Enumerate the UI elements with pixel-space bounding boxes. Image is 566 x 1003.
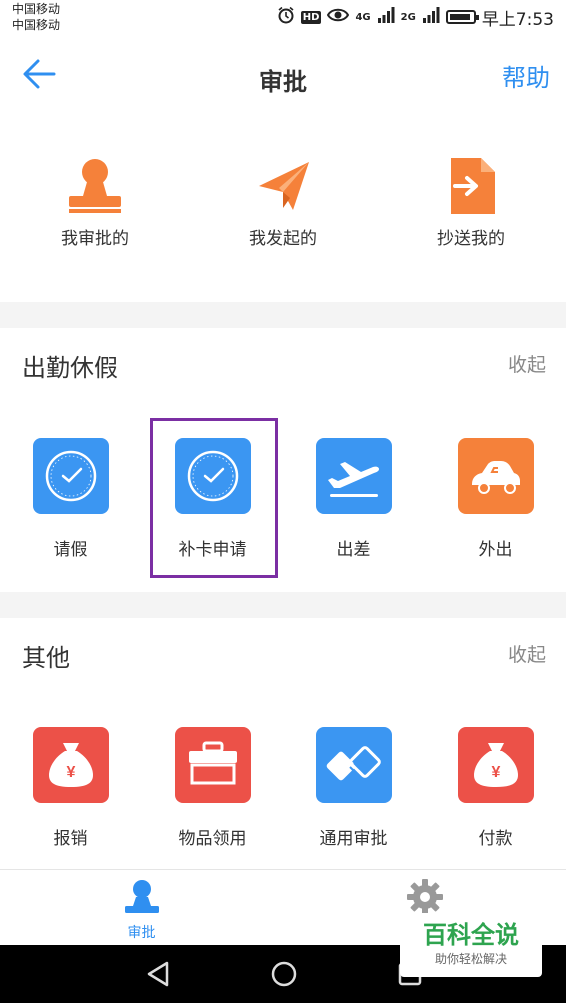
top-item-label: 抄送我的 bbox=[437, 229, 505, 249]
card-supplement-button[interactable]: 补卡申请 bbox=[142, 418, 283, 578]
general-approval-icon-box bbox=[316, 727, 392, 803]
payment-button[interactable]: ¥ 付款 bbox=[425, 707, 566, 867]
cc-to-me-button[interactable]: 抄送我的 bbox=[376, 124, 566, 274]
hd-badge: HD bbox=[300, 10, 322, 24]
tile-label: 通用审批 bbox=[319, 829, 388, 849]
tile-label: 补卡申请 bbox=[178, 540, 247, 560]
approval-shortcuts: 我审批的 我发起的 抄送我的 bbox=[0, 124, 566, 302]
svg-text:¥: ¥ bbox=[67, 764, 76, 781]
collapse-button[interactable]: 收起 bbox=[508, 350, 546, 377]
collapse-button[interactable]: 收起 bbox=[508, 640, 546, 667]
top-item-label: 我发起的 bbox=[249, 229, 317, 249]
svg-text:¥: ¥ bbox=[492, 764, 501, 781]
tab-label: 审批 bbox=[127, 925, 156, 941]
tile-label: 报销 bbox=[53, 829, 88, 849]
signal-icon-2 bbox=[422, 6, 440, 28]
tile-label: 付款 bbox=[478, 829, 513, 849]
watermark-sub: 助你轻松解决 bbox=[434, 952, 507, 966]
tile-label: 外出 bbox=[478, 540, 513, 560]
section-title: 其他 bbox=[22, 644, 70, 672]
tab-approval[interactable]: 审批 bbox=[0, 870, 283, 946]
battery-icon bbox=[445, 10, 479, 24]
general-approval-button[interactable]: 通用审批 bbox=[283, 707, 424, 867]
car-icon bbox=[472, 461, 520, 494]
page-title: 审批 bbox=[259, 68, 307, 96]
reimbursement-button[interactable]: ¥ 报销 bbox=[0, 707, 141, 867]
tile-label: 请假 bbox=[53, 540, 88, 560]
carrier-2: 中国移动 bbox=[12, 18, 61, 32]
payment-icon-box: ¥ bbox=[458, 727, 534, 803]
clock-icon bbox=[45, 450, 97, 502]
tile-label: 出差 bbox=[336, 540, 371, 560]
eye-icon bbox=[327, 7, 350, 28]
nav-bar: 审批 帮助 bbox=[0, 38, 566, 124]
section-title: 出勤休假 bbox=[22, 354, 118, 382]
my-approvals-button[interactable]: 我审批的 bbox=[0, 124, 190, 274]
other-section: 其他 收起 ¥ 报销 物品领用 通用审批 ¥ 付款 bbox=[0, 618, 566, 869]
system-back-button[interactable] bbox=[143, 959, 173, 989]
go-out-icon-box bbox=[458, 438, 534, 514]
stamp-icon bbox=[69, 159, 121, 213]
person-icon bbox=[125, 880, 159, 913]
help-button[interactable]: 帮助 bbox=[502, 58, 550, 93]
carrier-1: 中国移动 bbox=[12, 2, 61, 16]
divider bbox=[0, 592, 566, 618]
carrier-info: 中国移动 中国移动 bbox=[12, 1, 60, 33]
network-4g: 4G bbox=[355, 11, 371, 23]
status-icons: HD 4G 2G 早上7:53 bbox=[277, 6, 554, 30]
status-bar: 中国移动 中国移动 HD 4G 2G 早上7:53 bbox=[0, 0, 566, 38]
paper-plane-icon bbox=[259, 162, 309, 210]
handshake-icon bbox=[326, 746, 381, 781]
item-requisition-icon-box bbox=[175, 727, 251, 803]
card-supplement-icon-box bbox=[175, 438, 251, 514]
go-out-button[interactable]: 外出 bbox=[425, 418, 566, 578]
toolbox-icon bbox=[189, 741, 237, 785]
clock-icon bbox=[187, 450, 239, 502]
reimbursement-icon-box: ¥ bbox=[33, 727, 109, 803]
signal-icon-1 bbox=[377, 6, 395, 28]
watermark: 百科全说 助你轻松解决 bbox=[400, 913, 542, 977]
airplane-icon bbox=[328, 462, 379, 497]
system-home-button[interactable] bbox=[269, 959, 299, 989]
tile-label: 物品领用 bbox=[178, 829, 247, 849]
business-trip-icon-box bbox=[316, 438, 392, 514]
network-2g: 2G bbox=[400, 11, 416, 23]
my-initiated-button[interactable]: 我发起的 bbox=[188, 124, 378, 274]
circle-home-icon bbox=[271, 961, 297, 987]
leave-icon-box bbox=[33, 438, 109, 514]
gear-icon bbox=[407, 879, 443, 915]
status-time: 早上7:53 bbox=[481, 9, 554, 30]
watermark-main: 百科全说 bbox=[423, 921, 519, 949]
top-item-label: 我审批的 bbox=[61, 229, 129, 249]
divider bbox=[0, 302, 566, 328]
leave-request-button[interactable]: 请假 bbox=[0, 418, 141, 578]
attendance-section: 出勤休假 收起 请假 补卡申请 出差 外出 bbox=[0, 328, 566, 592]
triangle-back-icon bbox=[147, 961, 169, 987]
item-requisition-button[interactable]: 物品领用 bbox=[142, 707, 283, 867]
alarm-icon bbox=[277, 6, 295, 29]
cc-document-icon bbox=[451, 158, 495, 214]
money-bag-icon: ¥ bbox=[474, 743, 518, 787]
money-bag-icon: ¥ bbox=[49, 743, 93, 787]
business-trip-button[interactable]: 出差 bbox=[283, 418, 424, 578]
